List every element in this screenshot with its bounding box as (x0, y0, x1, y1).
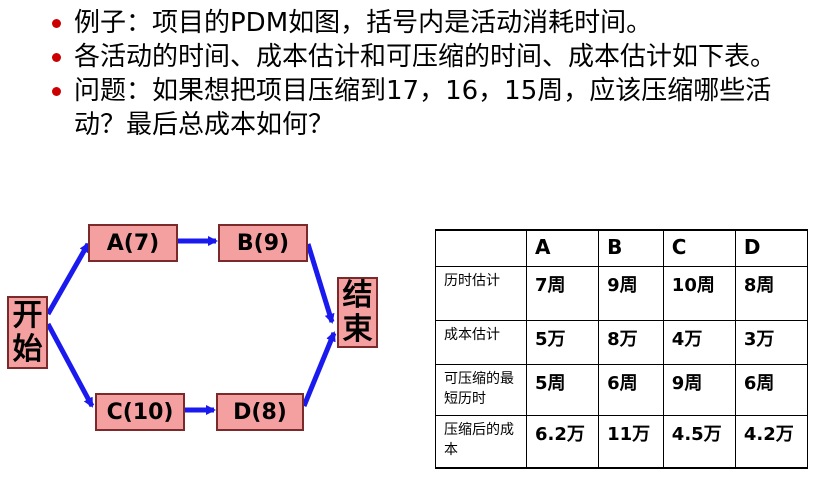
table-cell: 8周 (734, 266, 809, 321)
table-header-cell (435, 229, 527, 267)
table-header-row: A B C D (435, 229, 809, 267)
table-header-cell: C (662, 229, 736, 267)
bullet-list: 例子：项目的PDM如图，括号内是活动消耗时间。 各活动的时间、成本估计和可压缩的… (48, 6, 818, 142)
node-a-label: A(7) (106, 230, 160, 256)
row-label: 压缩后的成本 (435, 415, 527, 469)
node-d: D(8) (216, 393, 304, 431)
bullet-item: 例子：项目的PDM如图，括号内是活动消耗时间。 (48, 6, 818, 40)
table-row: 成本估计 5万 8万 4万 3万 (435, 320, 809, 365)
table-header-cell: B (598, 229, 664, 267)
node-d-label: D(8) (233, 399, 287, 425)
bullet-dot-icon (52, 53, 61, 62)
start-node: 开 始 (7, 296, 48, 369)
start-char: 始 (12, 331, 43, 367)
bullet-item: 各活动的时间、成本估计和可压缩的时间、成本估计如下表。 (48, 40, 818, 74)
table-cell: 7周 (525, 266, 600, 321)
table-cell: 9周 (662, 364, 736, 416)
node-c: C(10) (95, 393, 185, 431)
table-header-cell: A (525, 229, 600, 267)
table-cell: 5万 (525, 320, 600, 365)
arrow-start-c (45, 322, 95, 408)
table-cell: 10周 (662, 266, 736, 321)
node-b: B(9) (218, 224, 308, 262)
row-label: 可压缩的最短历时 (435, 364, 527, 416)
table-row: 压缩后的成本 6.2万 11万 4.5万 4.2万 (435, 415, 809, 469)
table-row: 历时估计 7周 9周 10周 8周 (435, 266, 809, 321)
node-a: A(7) (88, 224, 178, 262)
pdm-diagram: 开 始 A(7) B(9) C(10) D(8) 结 束 (0, 210, 420, 483)
end-char: 束 (342, 311, 373, 347)
table-cell: 8万 (598, 320, 664, 365)
arrow-d-end (301, 331, 337, 407)
node-c-label: C(10) (106, 399, 174, 425)
table-cell: 11万 (598, 415, 664, 469)
table-cell: 3万 (734, 320, 809, 365)
bullet-item: 问题：如果想把项目压缩到17，16，15周，应该压缩哪些活动？最后总成本如何？ (48, 74, 818, 142)
table-header-cell: D (734, 229, 809, 267)
table-cell: 6周 (598, 364, 664, 416)
table-cell: 9周 (598, 266, 664, 321)
bullet-text: 问题：如果想把项目压缩到17，16，15周，应该压缩哪些活动？最后总成本如何？ (74, 76, 772, 140)
bullet-dot-icon (52, 19, 61, 28)
table-cell: 4万 (662, 320, 736, 365)
table-cell: 5周 (525, 364, 600, 416)
table-cell: 6.2万 (525, 415, 600, 469)
table-cell: 4.5万 (662, 415, 736, 469)
start-char: 开 (12, 297, 43, 333)
bullet-text: 例子：项目的PDM如图，括号内是活动消耗时间。 (74, 8, 653, 38)
row-label: 成本估计 (435, 320, 527, 365)
arrow-start-a (45, 242, 91, 316)
end-node: 结 束 (337, 277, 378, 348)
estimate-table: A B C D 历时估计 7周 9周 10周 8周 成本估计 5万 8万 4万 … (435, 229, 809, 469)
bullet-dot-icon (52, 87, 61, 96)
end-char: 结 (342, 277, 373, 313)
table-cell: 6周 (734, 364, 809, 416)
bullet-text: 各活动的时间、成本估计和可压缩的时间、成本估计如下表。 (74, 42, 777, 72)
table-cell: 4.2万 (734, 415, 809, 469)
arrow-b-end (305, 243, 335, 324)
table-row: 可压缩的最短历时 5周 6周 9周 6周 (435, 364, 809, 416)
row-label: 历时估计 (435, 266, 527, 321)
node-b-label: B(9) (236, 230, 290, 256)
